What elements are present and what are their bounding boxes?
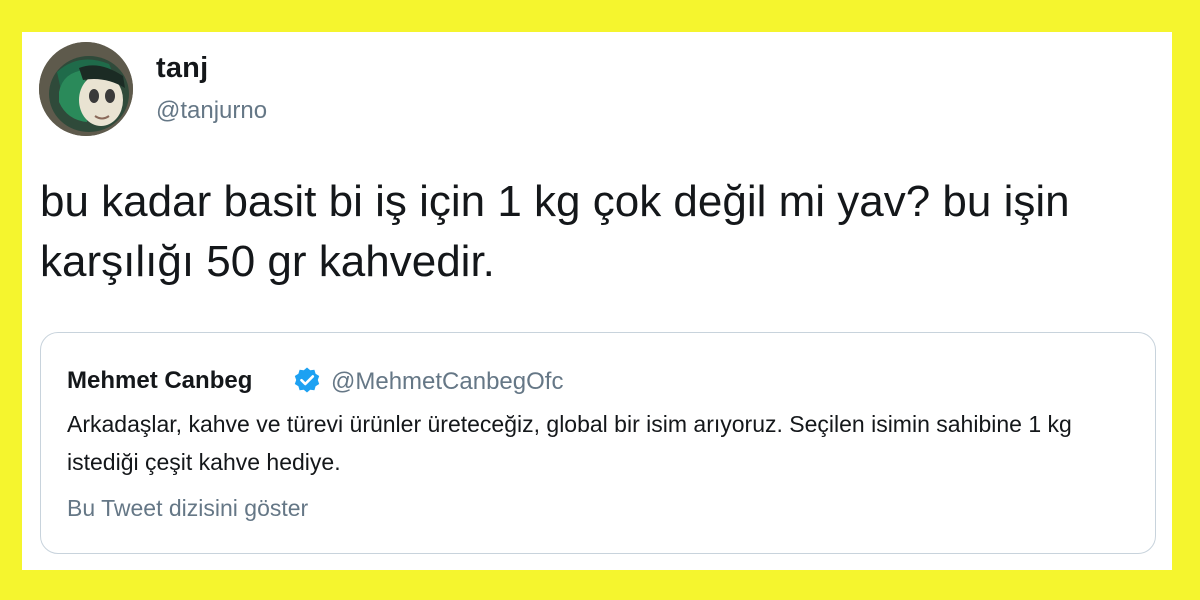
tweet-text: bu kadar basit bi iş için 1 kg çok değil… <box>40 177 1070 286</box>
tweet-card: tanj @tanjurno bu kadar basit bi iş için… <box>22 32 1172 570</box>
avatar[interactable] <box>39 42 133 136</box>
quoted-tweet[interactable]: Mehmet Canbeg @MehmetCanbegOfc Arkadaşla… <box>40 332 1156 554</box>
show-thread-link[interactable]: Bu Tweet dizisini göster <box>67 495 308 522</box>
author-handle[interactable]: @tanjurno <box>156 97 267 125</box>
quoted-author-name[interactable]: Mehmet Canbeg <box>67 367 252 395</box>
avatar-image <box>39 42 133 136</box>
author-name[interactable]: tanj <box>156 52 208 85</box>
quoted-author-handle[interactable]: @MehmetCanbegOfc <box>331 368 563 396</box>
verified-badge-icon <box>294 367 320 393</box>
quoted-tweet-text: Arkadaşlar, kahve ve türevi ürünler üret… <box>67 411 1072 475</box>
